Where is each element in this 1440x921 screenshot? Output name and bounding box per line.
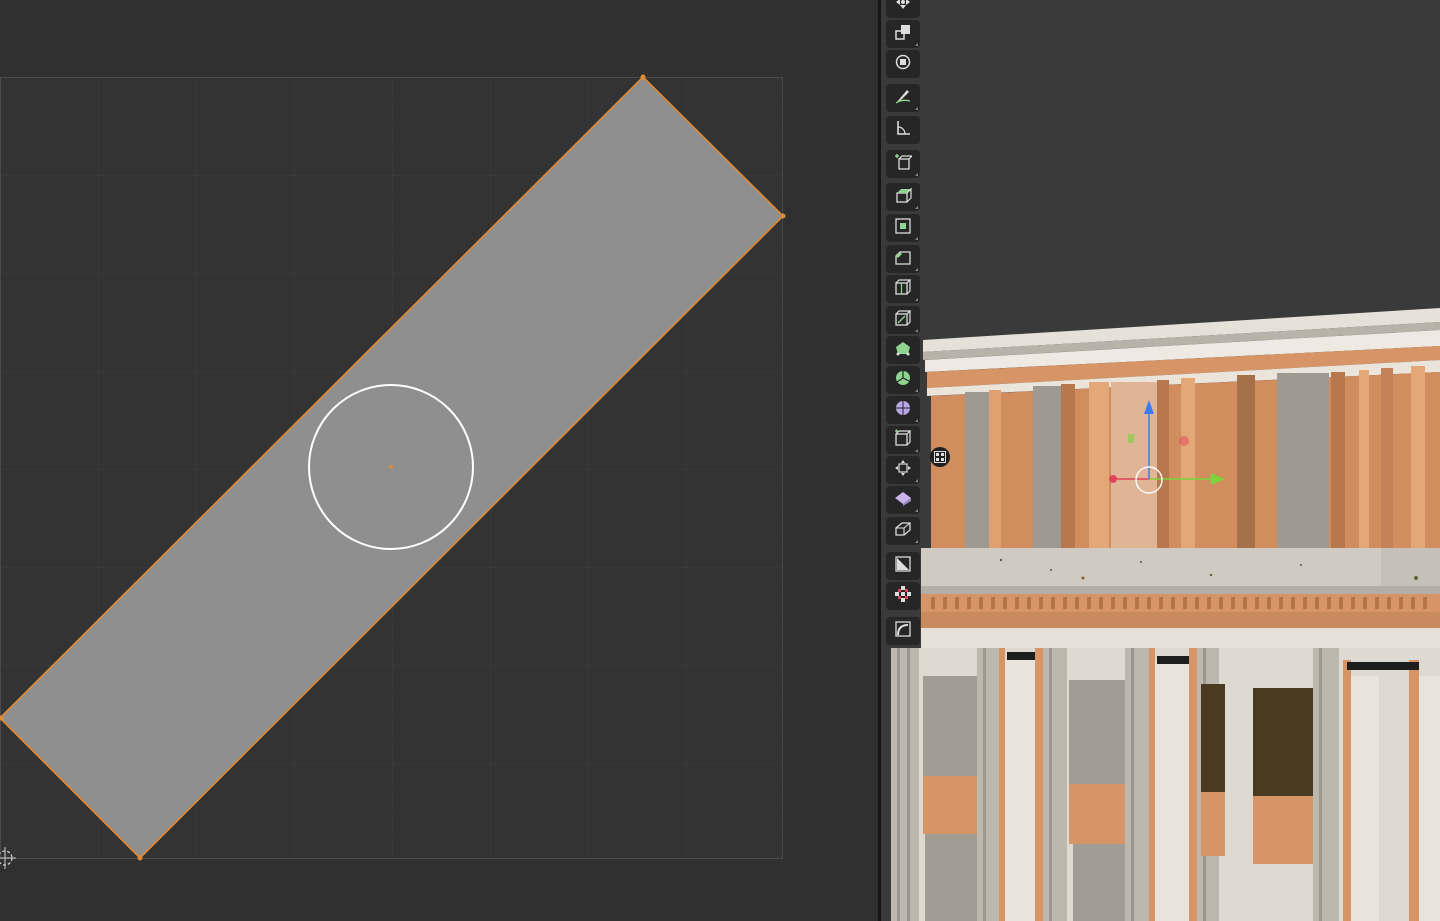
uv-editor-drawing — [0, 74, 786, 869]
spin-icon — [894, 369, 912, 391]
tool-uv-select[interactable] — [886, 552, 920, 580]
tool-scale[interactable] — [886, 20, 920, 48]
tool-annotate[interactable] — [886, 84, 920, 112]
uv-face-center — [389, 465, 393, 469]
tool-rip-region[interactable] — [886, 517, 920, 545]
tool-poly-build[interactable] — [886, 336, 920, 364]
measure-icon — [894, 119, 912, 141]
tool-smooth[interactable] — [886, 396, 920, 424]
tool-edge-slide[interactable] — [886, 426, 920, 454]
inset-faces-icon — [894, 217, 912, 239]
tool-transform-pivot[interactable] — [886, 50, 920, 78]
tool-knife[interactable] — [886, 306, 920, 334]
shear-icon — [894, 489, 912, 511]
tool-bevel[interactable] — [886, 245, 920, 273]
annotate-icon — [894, 87, 912, 109]
loop-cut-icon — [894, 278, 912, 300]
tool-inset-faces[interactable] — [886, 214, 920, 242]
uv-grab-icon — [894, 585, 912, 607]
tool-loop-cut[interactable] — [886, 275, 920, 303]
edge-slide-icon — [894, 429, 912, 451]
tool-uv-grab[interactable] — [886, 582, 920, 610]
extrude-region-icon — [894, 186, 912, 208]
knife-icon — [894, 309, 912, 331]
tool-shear[interactable] — [886, 486, 920, 514]
building-model — [891, 308, 1440, 921]
tool-spin[interactable] — [886, 366, 920, 394]
tool-transform[interactable] — [886, 0, 920, 18]
smooth-icon — [894, 399, 912, 421]
uv-vertex[interactable] — [780, 213, 786, 219]
add-cube-icon — [894, 153, 914, 175]
transform-icon — [894, 0, 912, 15]
uv-rotate-icon — [894, 620, 912, 642]
tool-extrude-region[interactable] — [886, 183, 920, 211]
pivot-transform-icon — [894, 53, 912, 75]
viewport-navigation-icon[interactable] — [930, 447, 950, 467]
shrink-fatten-icon — [894, 459, 912, 481]
tool-add-cube[interactable] — [886, 150, 920, 178]
uv-editor-canvas[interactable] — [0, 0, 878, 921]
3d-viewport[interactable] — [881, 0, 1440, 921]
poly-build-icon — [894, 339, 912, 361]
tool-uv-rotate[interactable] — [886, 617, 920, 645]
scale-icon — [894, 23, 912, 45]
bevel-icon — [894, 248, 912, 270]
uv-vertex[interactable] — [137, 855, 143, 861]
uv-select-icon — [894, 555, 912, 577]
tool-measure[interactable] — [886, 116, 920, 144]
rip-region-icon — [894, 520, 912, 542]
tool-shrink-fatten[interactable] — [886, 456, 920, 484]
uv-vertex[interactable] — [640, 74, 646, 80]
